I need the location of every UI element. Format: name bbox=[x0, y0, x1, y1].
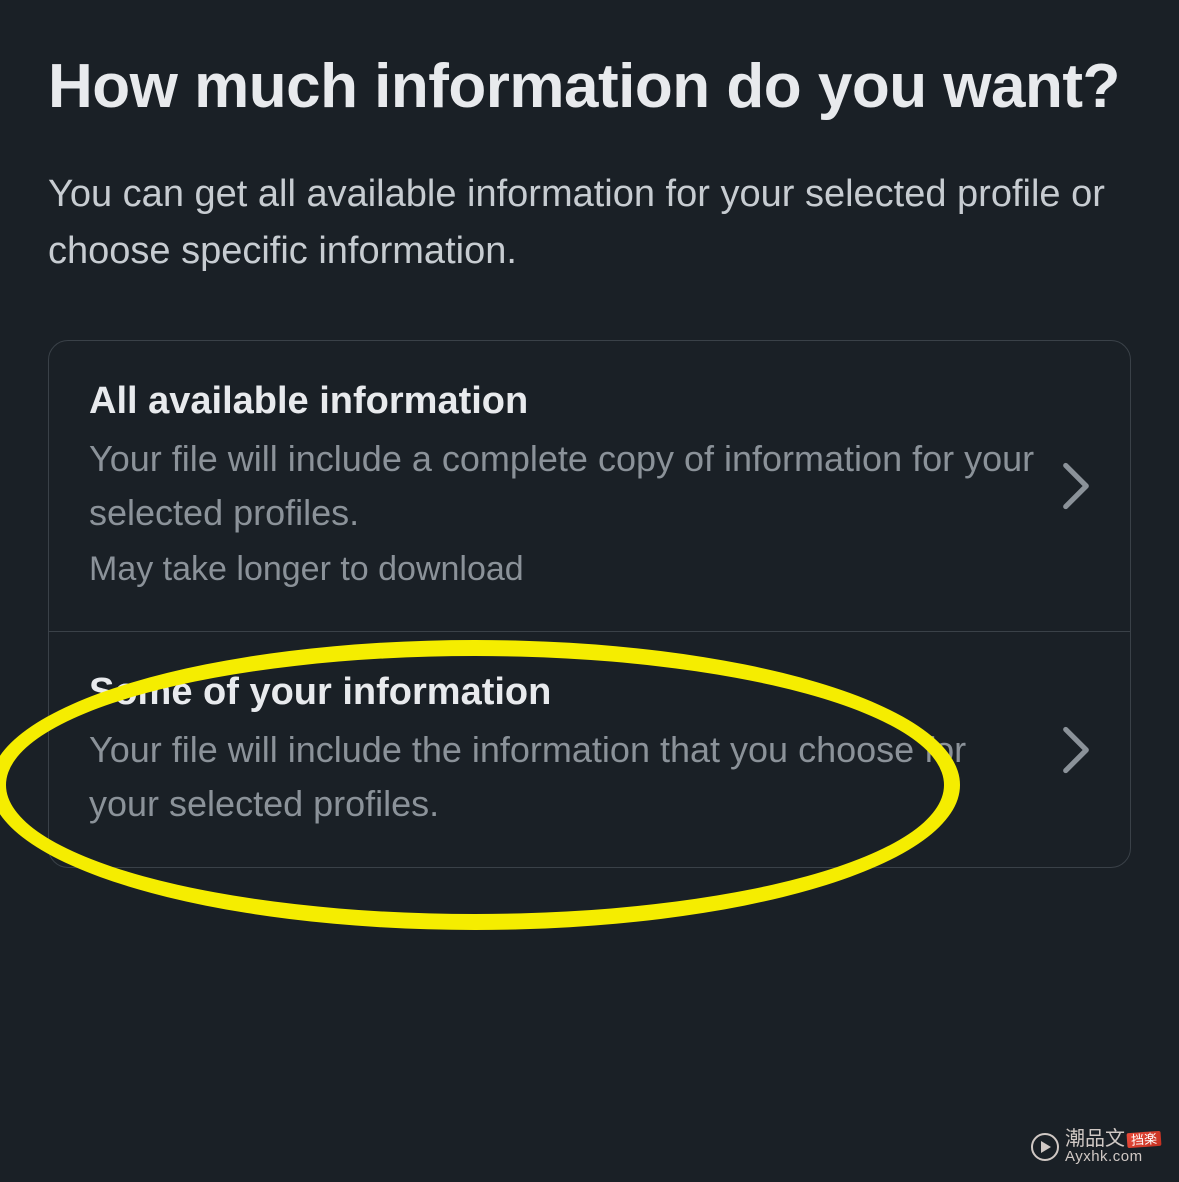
option-some-information[interactable]: Some of your information Your file will … bbox=[49, 632, 1130, 867]
option-all-information[interactable]: All available information Your file will… bbox=[49, 341, 1130, 632]
option-content: All available information Your file will… bbox=[89, 377, 1042, 595]
watermark: 潮品文 挡楽 Ayxhk.com bbox=[1031, 1129, 1161, 1164]
option-description: Your file will include the information t… bbox=[89, 723, 1042, 831]
option-content: Some of your information Your file will … bbox=[89, 668, 1042, 831]
watermark-text: 潮品文 挡楽 Ayxhk.com bbox=[1065, 1129, 1161, 1164]
option-note: May take longer to download bbox=[89, 544, 1042, 595]
page-subtitle: You can get all available information fo… bbox=[48, 166, 1131, 280]
chevron-right-icon bbox=[1062, 462, 1090, 510]
option-title: All available information bbox=[89, 377, 1042, 426]
watermark-badge: 挡楽 bbox=[1127, 1130, 1162, 1147]
options-card: All available information Your file will… bbox=[48, 340, 1131, 869]
option-description: Your file will include a complete copy o… bbox=[89, 432, 1042, 540]
play-icon bbox=[1031, 1133, 1059, 1161]
watermark-chinese: 潮品文 bbox=[1065, 1129, 1125, 1149]
watermark-url: Ayxhk.com bbox=[1065, 1149, 1143, 1164]
chevron-right-icon bbox=[1062, 726, 1090, 774]
option-title: Some of your information bbox=[89, 668, 1042, 717]
page-title: How much information do you want? bbox=[48, 48, 1131, 126]
